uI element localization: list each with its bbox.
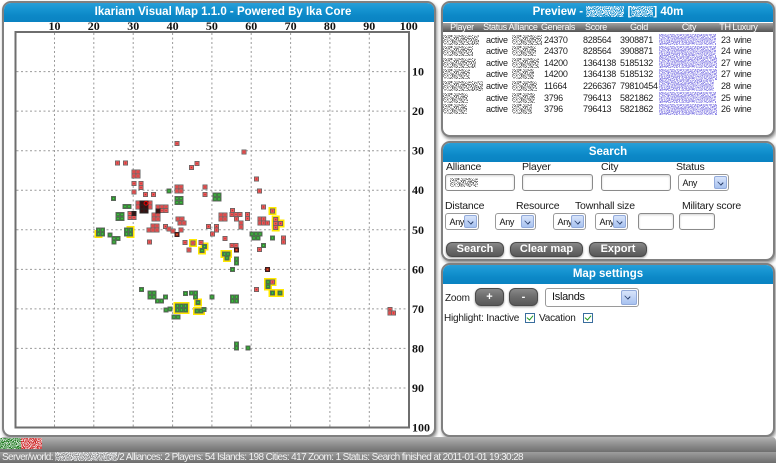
- svg-text:30: 30: [127, 19, 139, 33]
- svg-text:40: 40: [167, 19, 179, 33]
- svg-text:20: 20: [412, 104, 424, 118]
- svg-text:90: 90: [412, 381, 424, 395]
- svg-text:30: 30: [412, 144, 424, 158]
- svg-text:50: 50: [412, 223, 424, 237]
- svg-text:80: 80: [324, 19, 336, 33]
- svg-text:50: 50: [206, 19, 218, 33]
- svg-text:100: 100: [400, 19, 418, 33]
- svg-text:90: 90: [363, 19, 375, 33]
- svg-text:100: 100: [412, 421, 430, 435]
- svg-text:20: 20: [88, 19, 100, 33]
- svg-text:10: 10: [49, 19, 61, 33]
- svg-text:60: 60: [412, 262, 424, 276]
- svg-text:10: 10: [412, 65, 424, 79]
- svg-text:60: 60: [245, 19, 257, 33]
- svg-text:40: 40: [412, 183, 424, 197]
- svg-text:80: 80: [412, 341, 424, 355]
- svg-text:70: 70: [412, 302, 424, 316]
- svg-text:70: 70: [285, 19, 297, 33]
